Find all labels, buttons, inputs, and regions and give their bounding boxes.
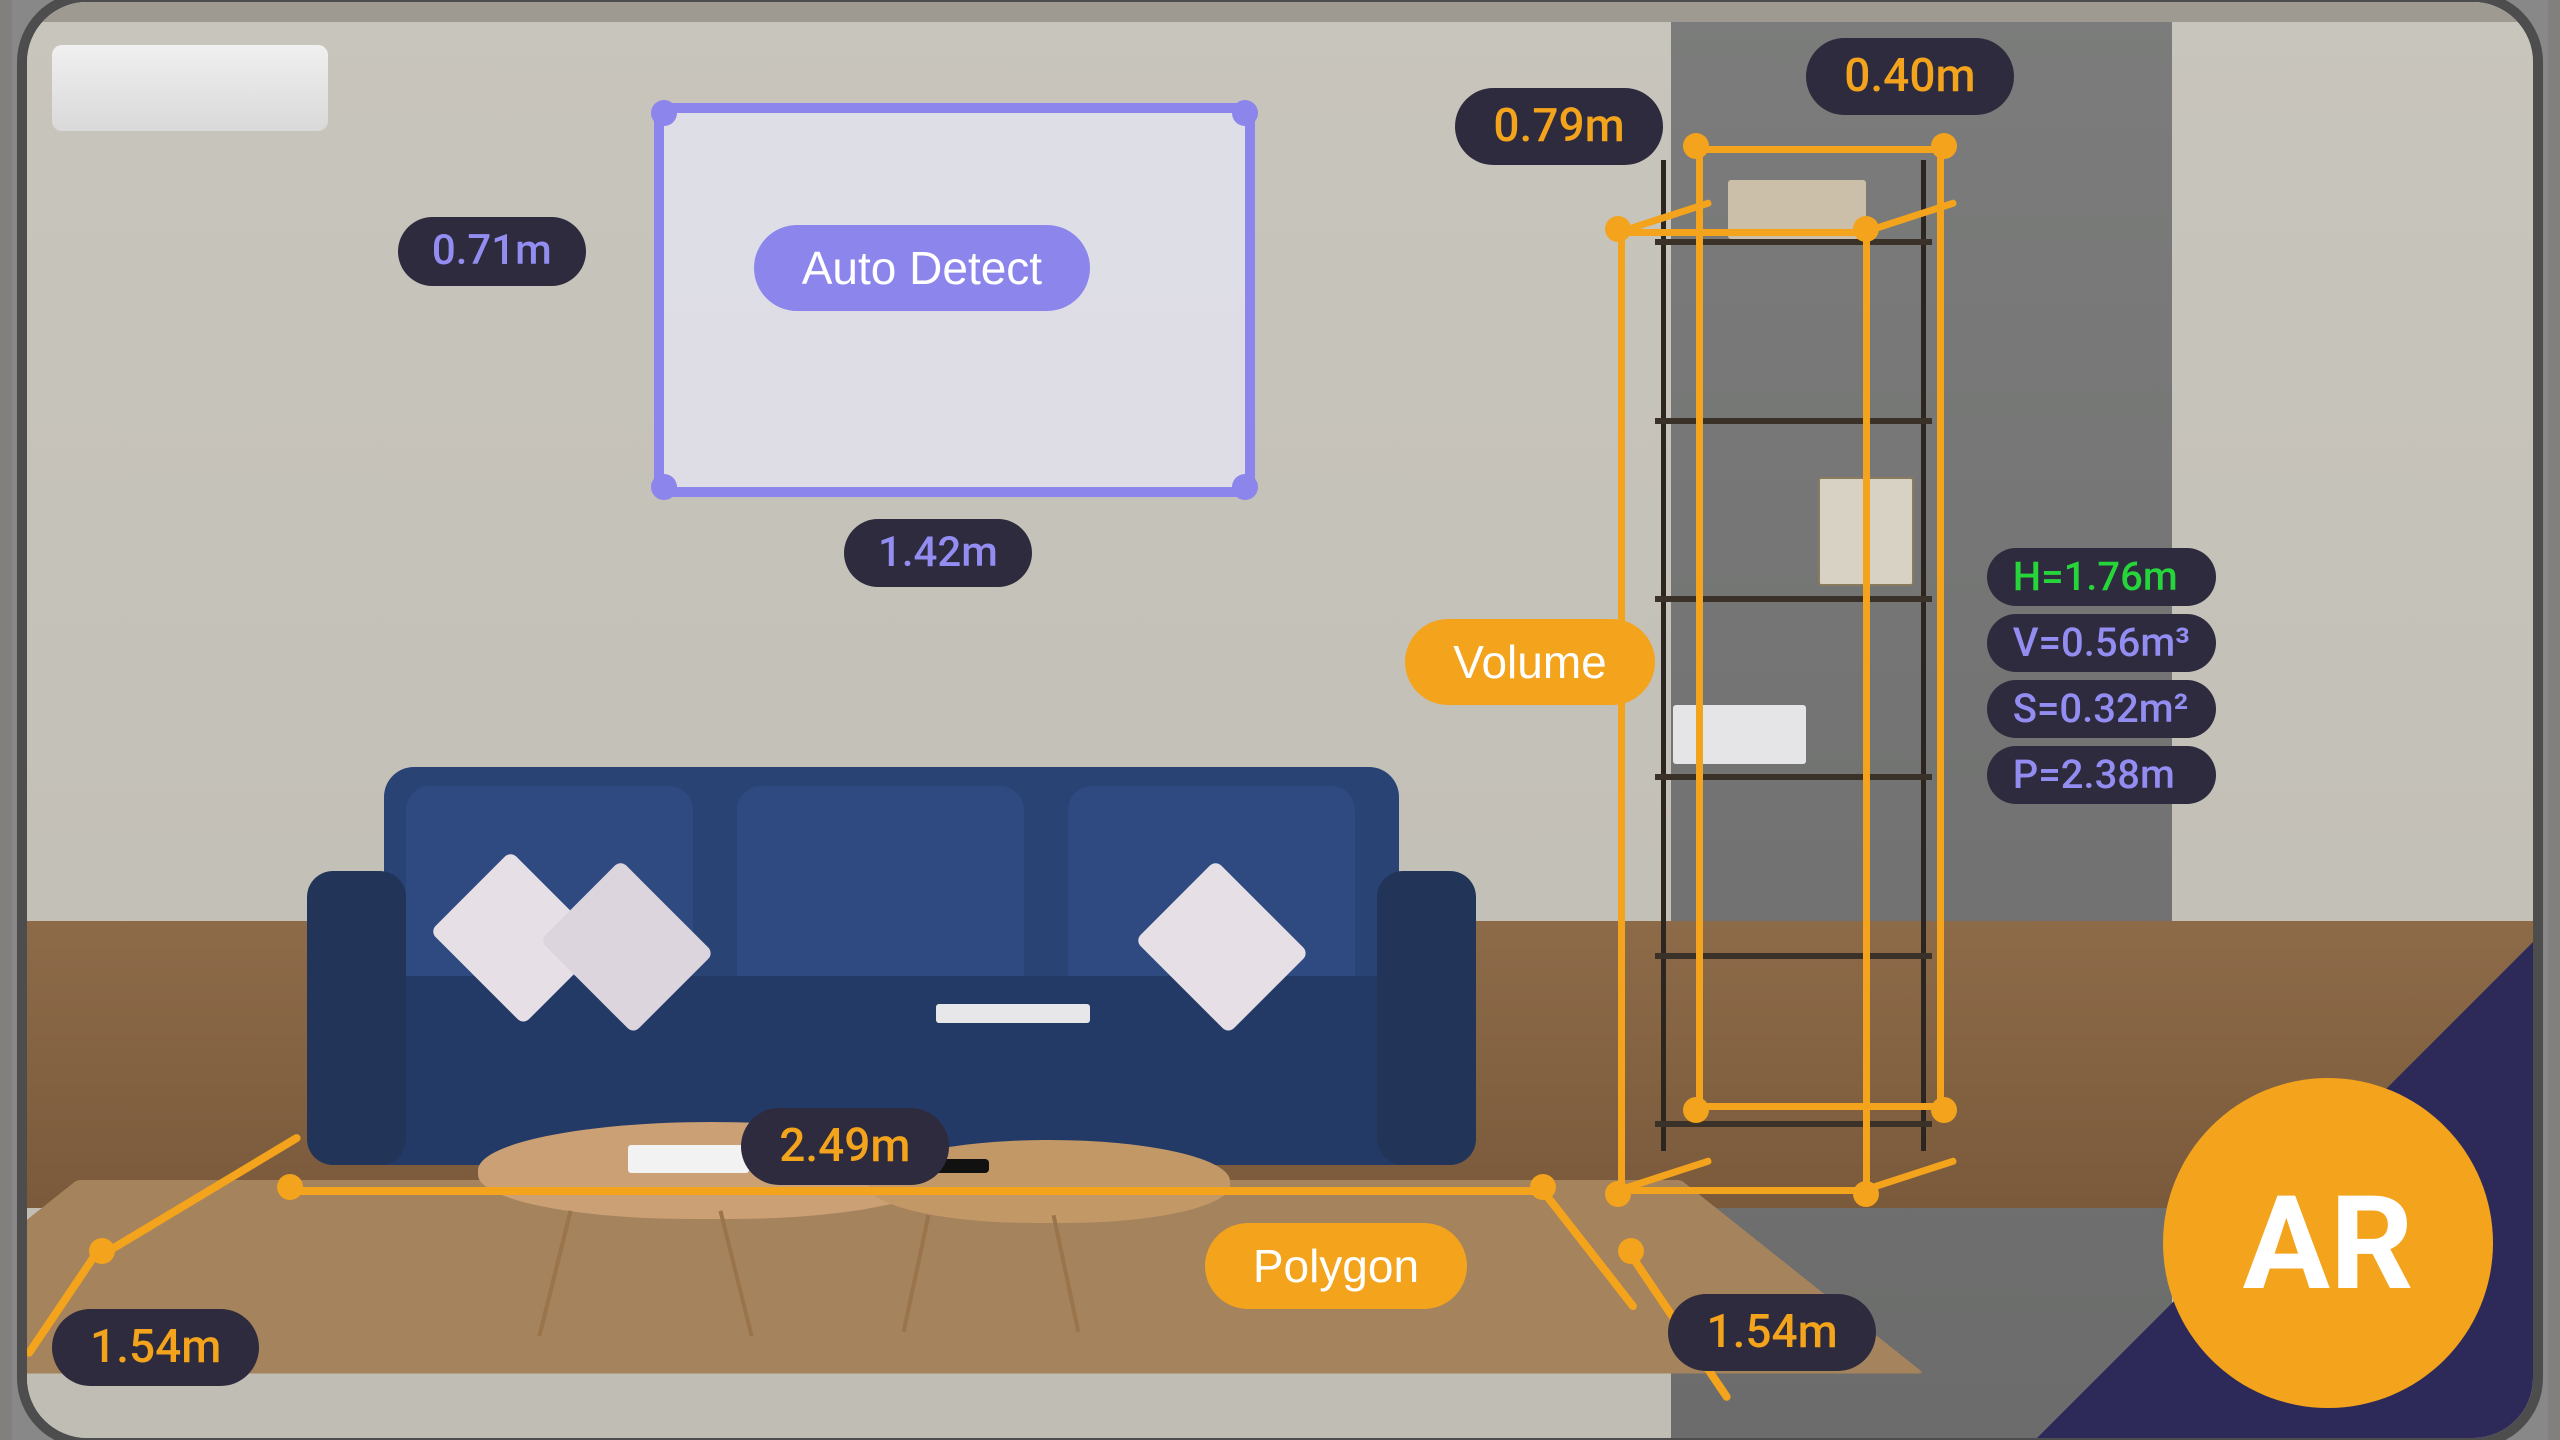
volume-depth-label: 0.40m [1806,38,2013,115]
volume-node[interactable] [1683,1097,1709,1123]
volume-readout-perimeter: P=2.38m [1987,746,2216,804]
autodetect-handle-br[interactable] [1232,474,1258,500]
volume-node[interactable] [1853,1181,1879,1207]
ar-mode-badge[interactable]: AR [2163,1078,2493,1408]
polygon-button[interactable]: Polygon [1205,1223,1467,1309]
autodetect-handle-tr[interactable] [1232,100,1258,126]
frame-blur-left [0,0,12,1440]
device-frame: Auto Detect 0.71m 1.42m 2.49m 1.54m 1.54… [17,0,2543,1440]
volume-node[interactable] [1605,216,1631,242]
autodetect-button[interactable]: Auto Detect [754,225,1090,311]
autodetect-height-label: 0.71m [398,217,586,285]
volume-node[interactable] [1931,1097,1957,1123]
polygon-left-edge-label: 1.54m [52,1309,259,1386]
volume-width-label: 0.79m [1455,88,1662,165]
polygon-right-edge-label: 1.54m [1668,1294,1875,1371]
volume-node[interactable] [1931,133,1957,159]
volume-readout-volume: V=0.56m³ [1987,614,2216,672]
autodetect-handle-bl[interactable] [651,474,677,500]
volume-readout-surface: S=0.32m² [1987,680,2216,738]
volume-node[interactable] [1853,216,1879,242]
volume-button[interactable]: Volume [1405,619,1654,705]
volume-readout-height: H=1.76m [1987,548,2216,606]
polygon-top-edge-label: 2.49m [741,1108,948,1185]
polygon-edge[interactable] [100,1133,302,1259]
volume-bounding-box[interactable] [1618,146,1944,1194]
polygon-edge[interactable] [290,1187,1543,1195]
volume-node[interactable] [1605,1181,1631,1207]
autodetect-width-label: 1.42m [844,519,1032,587]
ar-overlay: Auto Detect 0.71m 1.42m 2.49m 1.54m 1.54… [27,2,2533,1438]
volume-readout-panel: H=1.76m V=0.56m³ S=0.32m² P=2.38m [1987,548,2216,804]
volume-node[interactable] [1683,133,1709,159]
autodetect-handle-tl[interactable] [651,100,677,126]
frame-blur-right [2548,0,2560,1440]
